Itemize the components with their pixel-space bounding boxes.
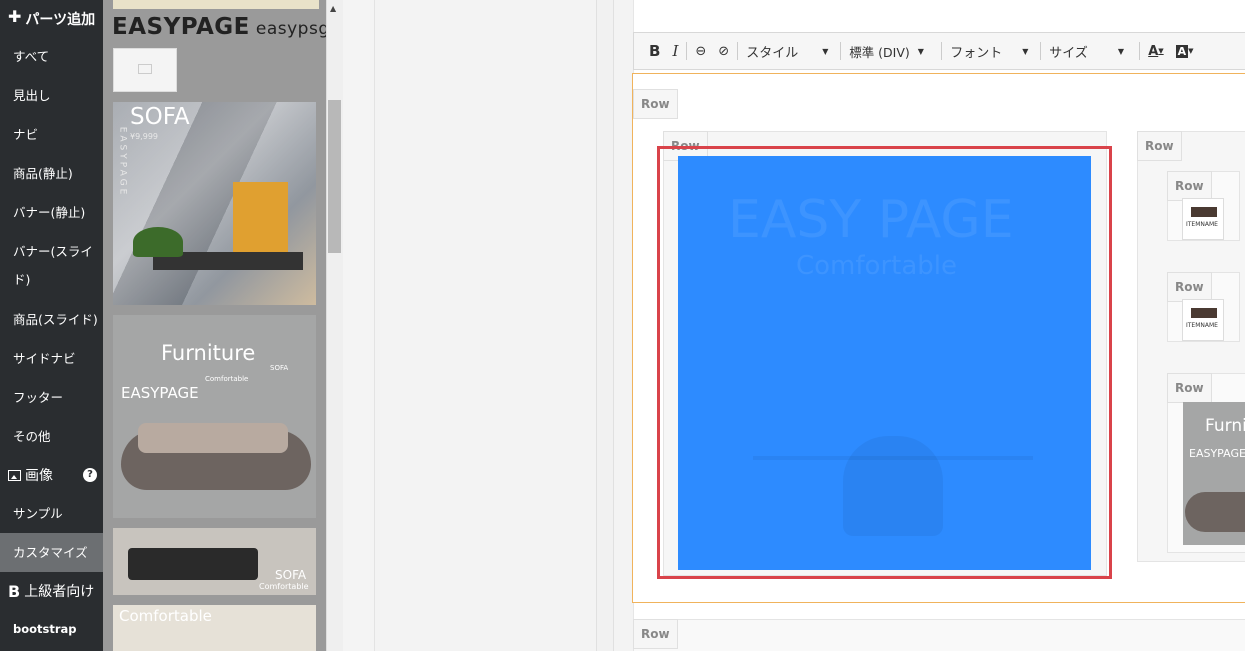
card1-title: SOFA xyxy=(130,104,190,130)
rich-text-toolbar: B I ⊖ ⊘ スタイル ▼ 標準 (DIV) ▼ フォント ▼ サイズ ▼ A ▼ A ▼ xyxy=(633,32,1245,70)
card1-price: ¥9,999 xyxy=(130,132,158,141)
preview-title: Furniture xyxy=(1205,416,1245,436)
doc-left-strip xyxy=(614,0,634,651)
sidebar-item-footer[interactable]: フッター xyxy=(0,378,103,417)
image-section-label: 画像 xyxy=(25,468,53,484)
row-label[interactable]: Row xyxy=(1167,373,1212,403)
furniture-banner-preview[interactable]: Furniture EASYPAGE xyxy=(1183,402,1245,545)
card2-title: Furniture xyxy=(161,341,256,365)
row-label[interactable]: Row xyxy=(1137,131,1182,161)
sidebar-item-products-static[interactable]: 商品(静止) xyxy=(0,154,103,193)
table-image xyxy=(1191,207,1217,217)
comfortable-thumbnail[interactable]: Comfortable xyxy=(113,605,316,651)
toolbar-divider xyxy=(737,42,739,60)
size-label: サイズ xyxy=(1049,45,1088,61)
add-parts-header: ✚ パーツ追加 xyxy=(0,0,103,37)
chevron-down-icon: ▼ xyxy=(1022,46,1029,56)
item-name-label: ITEMNAME xyxy=(1186,322,1218,329)
thumbnail-panel: EASYPAGEeasypsge SOFA ¥9,999 EASYPAGE Fu… xyxy=(103,0,326,651)
image-placeholder-icon xyxy=(138,64,152,74)
row-label[interactable]: Row xyxy=(1167,272,1212,302)
sidebar-item-other[interactable]: その他 xyxy=(0,417,103,456)
card1-vertical: EASYPAGE xyxy=(117,126,128,198)
parts-sidebar: ✚ パーツ追加 すべて 見出し ナビ 商品(静止) バナー(静止) バナー(スラ… xyxy=(0,0,103,651)
style-label: スタイル xyxy=(746,45,799,61)
toolbar-divider xyxy=(840,42,842,60)
canvas-margin xyxy=(375,0,597,651)
card3-small: Comfortable xyxy=(259,582,309,591)
sidebar-item-bootstrap[interactable]: bootstrap xyxy=(0,610,103,649)
format-dropdown[interactable]: 標準 (DIV) ▼ xyxy=(843,38,939,64)
plus-icon: ✚ xyxy=(8,7,22,26)
row-label[interactable]: Row xyxy=(633,89,678,119)
scroll-up-arrow-icon[interactable]: ▲ xyxy=(330,4,336,13)
sidebar-item-nav[interactable]: ナビ xyxy=(0,115,103,154)
row-label[interactable]: Row xyxy=(1167,171,1212,201)
format-label: 標準 (DIV) xyxy=(849,44,910,60)
card4-title: Comfortable xyxy=(119,607,212,625)
item-name-label: ITEMNAME xyxy=(1186,221,1218,228)
image-section-header: 画像 ? xyxy=(0,456,103,494)
sofa-banner-thumbnail[interactable]: SOFA ¥9,999 EASYPAGE xyxy=(113,102,316,305)
link-icon[interactable]: ⊖ xyxy=(689,38,712,64)
thumb-subtitle: easypsge xyxy=(255,19,326,39)
bold-button[interactable]: B xyxy=(643,38,666,64)
toolbar-divider xyxy=(686,42,688,60)
highlight-frame xyxy=(657,146,1112,579)
toolbar-divider xyxy=(1040,42,1042,60)
sidebar-item-sample[interactable]: サンプル xyxy=(0,494,103,533)
card2-small2: SOFA xyxy=(270,364,289,372)
chevron-down-icon: ▼ xyxy=(917,46,924,56)
text-color-button[interactable]: A ▼ xyxy=(1142,38,1169,64)
sofa-black-thumbnail[interactable]: SOFA Comfortable xyxy=(113,528,316,595)
thumb-title: EASYPAGE xyxy=(112,14,250,40)
font-label: フォント xyxy=(950,45,1003,61)
product-thumbnail[interactable]: ITEMNAME xyxy=(1182,299,1224,341)
style-dropdown[interactable]: スタイル ▼ xyxy=(740,38,838,64)
sidebar-item-products-slide[interactable]: 商品(スライド) xyxy=(0,300,103,339)
chevron-down-icon: ▼ xyxy=(822,46,829,56)
product-thumbnail[interactable]: ITEMNAME xyxy=(1182,198,1224,240)
card3-title: SOFA xyxy=(275,568,307,582)
advanced-section-header: B 上級者向け xyxy=(0,572,103,610)
toolbar-divider xyxy=(1139,42,1141,60)
sidebar-item-banner-static[interactable]: バナー(静止) xyxy=(0,193,103,232)
toolbar-divider xyxy=(941,42,943,60)
background-color-button[interactable]: A ▼ xyxy=(1170,38,1200,64)
bootstrap-icon: B xyxy=(8,581,21,601)
sidebar-item-headings[interactable]: 見出し xyxy=(0,76,103,115)
row-label[interactable]: Row xyxy=(633,619,678,649)
font-dropdown[interactable]: フォント ▼ xyxy=(944,38,1038,64)
thumbnail-scrollbar[interactable] xyxy=(326,0,343,651)
scrollbar-thumb[interactable] xyxy=(328,100,341,253)
unlink-icon[interactable]: ⊘ xyxy=(712,38,735,64)
table-image xyxy=(1191,308,1217,318)
sidebar-item-all[interactable]: すべて xyxy=(0,37,103,76)
sidebar-item-side-nav[interactable]: サイドナビ xyxy=(0,339,103,378)
italic-button[interactable]: I xyxy=(666,38,684,64)
sidebar-item-customize[interactable]: カスタマイズ xyxy=(0,533,103,572)
canvas-gutter xyxy=(343,0,375,651)
sidebar-item-banner-slide[interactable]: バナー(スライド) xyxy=(0,232,103,300)
advanced-section-label: 上級者向け xyxy=(24,584,95,600)
top-banner-thumbnail[interactable] xyxy=(113,0,319,9)
add-parts-label: パーツ追加 xyxy=(25,12,96,28)
card2-brand: EASYPAGE xyxy=(121,384,199,402)
size-dropdown[interactable]: サイズ ▼ xyxy=(1043,38,1137,64)
image-icon xyxy=(8,469,21,481)
help-icon[interactable]: ? xyxy=(83,468,97,482)
placeholder-image-thumbnail[interactable] xyxy=(113,48,177,92)
furniture-banner-thumbnail[interactable]: Furniture SOFA Comfortable EASYPAGE xyxy=(113,315,316,518)
card2-small1: Comfortable xyxy=(205,375,249,383)
preview-brand: EASYPAGE xyxy=(1189,447,1245,460)
chevron-down-icon: ▼ xyxy=(1117,46,1124,56)
bottom-row[interactable] xyxy=(633,619,1245,651)
easypage-heading-thumbnail[interactable]: EASYPAGEeasypsge xyxy=(112,14,326,40)
